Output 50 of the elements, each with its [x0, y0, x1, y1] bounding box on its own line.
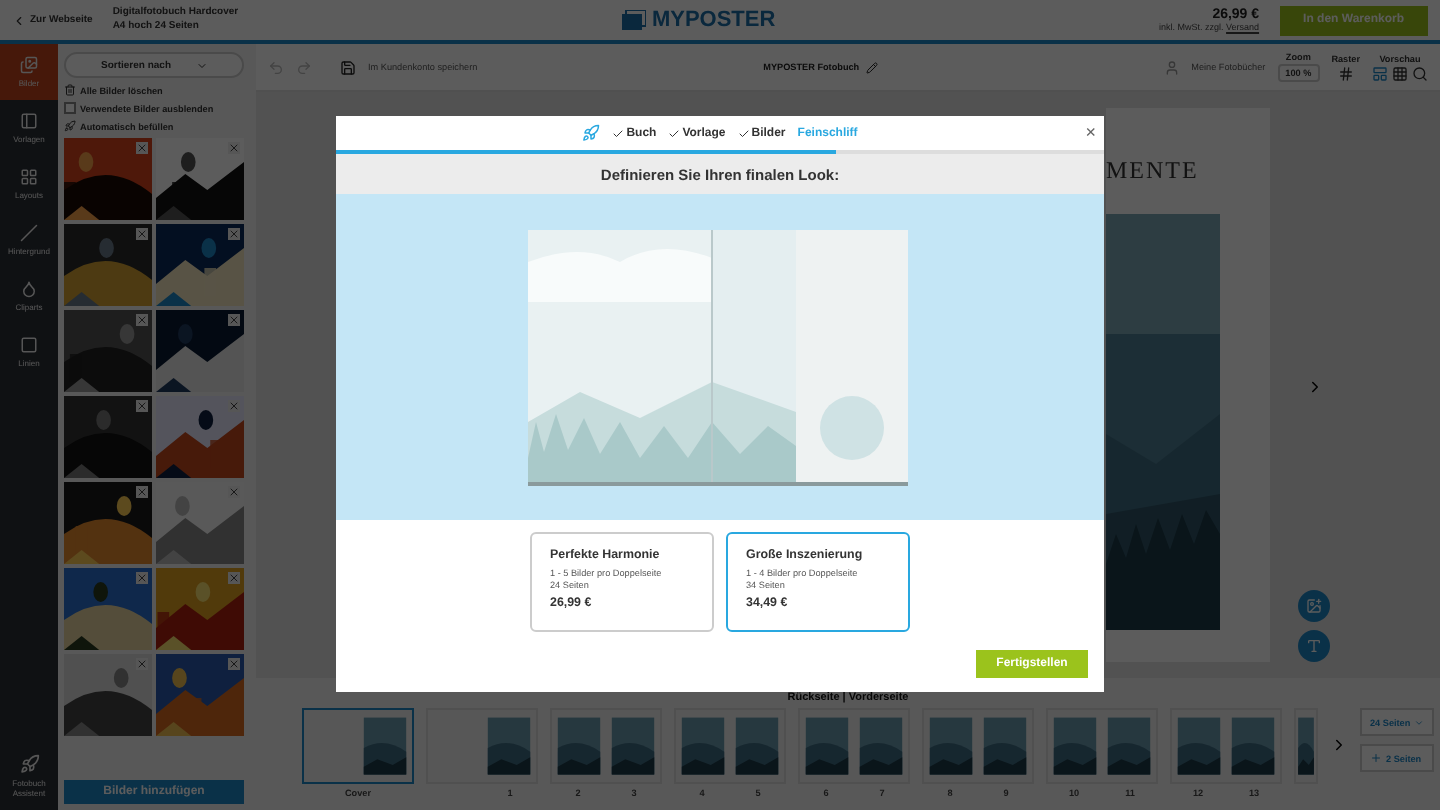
user-icon — [1163, 59, 1180, 75]
rocket-icon — [582, 124, 601, 142]
plus-icon — [1370, 752, 1382, 764]
remove-icon[interactable] — [136, 228, 148, 240]
check-icon — [612, 127, 625, 139]
grid-icon[interactable] — [1337, 65, 1354, 81]
remove-icon[interactable] — [136, 314, 148, 326]
search-icon[interactable] — [1412, 65, 1428, 81]
add-text-icon — [1306, 638, 1322, 654]
remove-icon[interactable] — [136, 572, 148, 584]
remove-icon[interactable] — [228, 142, 240, 154]
next-icon[interactable] — [1330, 736, 1348, 754]
page-title: MENTE — [1106, 156, 1201, 186]
check-icon — [737, 127, 750, 139]
remove-icon[interactable] — [228, 400, 240, 412]
logo-text: MYPOSTER — [651, 8, 776, 32]
remove-icon[interactable] — [228, 486, 240, 498]
remove-icon[interactable] — [228, 572, 240, 584]
add-text-button[interactable] — [1298, 630, 1330, 662]
chevron-icon — [195, 59, 207, 71]
checkbox[interactable] — [64, 102, 76, 114]
layout-icon — [20, 168, 38, 186]
remove-icon[interactable] — [228, 228, 240, 240]
remove-icon[interactable] — [136, 658, 148, 670]
remove-icon[interactable] — [228, 314, 240, 326]
drop-icon — [20, 280, 38, 298]
redo-icon[interactable] — [296, 59, 312, 75]
undo-icon[interactable] — [268, 59, 284, 75]
spread-view-icon[interactable] — [1372, 65, 1388, 81]
rocket-icon — [19, 754, 39, 774]
grid-view-icon[interactable] — [1392, 65, 1408, 81]
logo-icon — [621, 10, 646, 30]
back-icon — [12, 13, 26, 27]
close-button[interactable]: × — [1085, 122, 1096, 142]
images-icon — [20, 56, 38, 74]
template-icon — [20, 112, 38, 130]
remove-icon[interactable] — [228, 658, 240, 670]
remove-icon[interactable] — [136, 142, 148, 154]
check-icon — [668, 127, 681, 139]
remove-icon[interactable] — [136, 400, 148, 412]
add-image-button[interactable] — [1298, 590, 1330, 622]
add-image-icon — [1306, 598, 1322, 614]
remove-icon[interactable] — [136, 486, 148, 498]
chevron-icon — [1414, 717, 1425, 727]
spread-thumbnail[interactable] — [302, 708, 414, 784]
trash-icon — [64, 84, 76, 96]
rocket-icon — [64, 120, 76, 132]
pencil-icon[interactable] — [865, 61, 878, 73]
square-icon — [20, 336, 38, 354]
save-icon[interactable] — [340, 59, 356, 75]
